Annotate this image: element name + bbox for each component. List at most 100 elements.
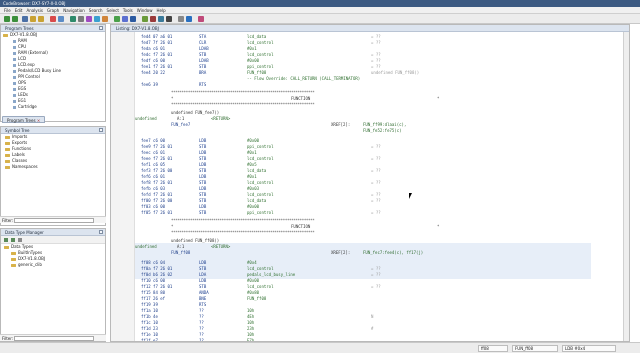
menu-item-tools[interactable]: Tools (123, 8, 133, 13)
menu-item-window[interactable]: Window (137, 8, 153, 13)
symbol-tree-title: Symbol Tree (5, 128, 30, 133)
program-tree-title: Program Trees (5, 26, 34, 31)
listing-margin (111, 32, 135, 341)
data-type-item-label: DX7-V1.8.OBJ (18, 256, 46, 261)
menu-item-file[interactable]: File (4, 8, 11, 13)
menu-bar: File Edit Analysis Graph Navigation Search Sel… (0, 7, 640, 14)
function-label-line[interactable]: FUN_ff08 XREF[2]: FUN_fec7:fee4(c), ff17(j… (141, 250, 601, 256)
fragment-icon (13, 87, 16, 91)
save-icon[interactable] (22, 16, 28, 22)
program-tree-item-label: Cartridge (18, 104, 37, 109)
menu-item-help[interactable]: Help (157, 8, 166, 13)
redo-icon[interactable] (38, 16, 44, 22)
close-icon[interactable]: × (37, 118, 40, 123)
search-icon[interactable] (58, 16, 64, 22)
forward-icon[interactable] (12, 16, 18, 22)
instruction-icon[interactable] (102, 16, 108, 22)
symbol-tree-item[interactable]: Namespaces (1, 164, 105, 170)
program-tree-item[interactable]: Cartridge (1, 104, 105, 110)
symbol-filter-input[interactable] (14, 218, 94, 223)
program-tree-item-label: RAM (External) (18, 50, 48, 55)
xref-link[interactable]: FUN_fe52:fe75(c) (363, 128, 402, 134)
data-icon[interactable] (78, 16, 84, 22)
close-icon[interactable] (99, 230, 103, 234)
xref-link[interactable]: FUN_fec7:fee4(c), ff17(j) (363, 250, 423, 256)
fragment-icon (13, 51, 16, 55)
function-label[interactable]: FUN_ff08 (171, 250, 190, 256)
symbol-tree-item-label: Classes (12, 158, 28, 163)
plugin-icon[interactable] (198, 16, 204, 22)
filter-icon[interactable] (18, 238, 22, 242)
symbol-tree-item-label: Namespaces (12, 164, 38, 169)
bookmark-icon[interactable] (50, 16, 56, 22)
memory-icon[interactable] (142, 16, 148, 22)
data-type-manager-title: Data Type Manager (5, 230, 44, 235)
banner-stars: ****************************************… (171, 230, 315, 235)
symbol-tree-item-label: Functions (12, 146, 32, 151)
program-tree-item-label: PPI Control (18, 74, 40, 79)
archive-icon (11, 257, 16, 261)
symbol-tree-item-label: Imports (12, 134, 28, 139)
dtm-toolbar (1, 236, 105, 244)
fragment-icon (13, 81, 16, 85)
program-tree-header: Program Trees (1, 25, 105, 32)
arrow-icon[interactable] (4, 238, 8, 242)
function-banner: ****************************************… (141, 102, 601, 108)
archive-icon (11, 263, 16, 267)
menu-item-graph[interactable]: Graph (47, 8, 59, 13)
close-icon[interactable] (99, 26, 103, 30)
listing-scrollbar[interactable] (623, 32, 629, 341)
program-tree-item-label: LCD (18, 56, 27, 61)
listing-line[interactable]: ff05 f7 26 01 STB ppi_control = ?? (141, 210, 601, 216)
fragment-icon (13, 57, 16, 61)
xref-label: XREF[2]: (331, 250, 351, 255)
line-address: ff05 f7 26 01 (141, 210, 173, 215)
menu-item-select[interactable]: Select (107, 8, 119, 13)
menu-item-navigation[interactable]: Navigation (63, 8, 85, 13)
help-icon[interactable] (186, 16, 192, 22)
symbol-tree-item-label: Exports (12, 140, 28, 145)
line-address: fee6 39 (141, 82, 158, 87)
line-mnemonic: RTS (199, 82, 207, 87)
listing-header: Listing: DX7-V1.8.OBJ (111, 25, 629, 32)
console-icon[interactable] (166, 16, 172, 22)
fragment-icon (13, 39, 16, 43)
graph-icon[interactable] (122, 16, 128, 22)
settings-icon[interactable] (178, 16, 184, 22)
bytes-icon[interactable] (150, 16, 156, 22)
decompile-icon[interactable] (114, 16, 120, 22)
program-tree-item-label: EG1 (18, 98, 27, 103)
banner-stars: ****************************************… (171, 102, 315, 107)
undo-icon[interactable] (30, 16, 36, 22)
data-type-item-label: generic_clib (18, 262, 42, 267)
menu-item-analysis[interactable]: Analysis (26, 8, 42, 13)
program-tree-item-label: OPS (18, 80, 27, 85)
program-tree-item-label: Pedals/LCD Busy Line (18, 68, 61, 73)
folder-icon (3, 33, 8, 37)
close-icon[interactable] (99, 128, 103, 132)
function-icon[interactable] (94, 16, 100, 22)
listing-icon[interactable] (158, 16, 164, 22)
program-tree-panel: Program Trees DX7-V1.8.OBJ RAM CPU RAM (Ex… (0, 24, 106, 122)
symbol-filter: Filter: (0, 216, 106, 223)
tab-program-trees[interactable]: Program Trees × (2, 116, 46, 123)
label-icon[interactable] (70, 16, 76, 22)
back-icon[interactable] (4, 16, 10, 22)
data-type-item[interactable]: generic_clib (1, 262, 105, 268)
datatype-filter: Filter: (0, 334, 106, 341)
fragment-icon (13, 63, 16, 67)
listing-panel: Listing: DX7-V1.8.OBJ fed4 07 a6 01 STA lc… (110, 24, 630, 342)
symbol-tree-item-label: Labels (12, 152, 25, 157)
script-icon[interactable] (130, 16, 136, 22)
xref-line[interactable]: FUN_fe52:fe75(c) (141, 128, 601, 134)
arrow-icon[interactable] (11, 238, 15, 242)
fragment-icon (13, 69, 16, 73)
menu-item-edit[interactable]: Edit (15, 8, 23, 13)
listing-line[interactable]: fee6 39 RTS (141, 82, 601, 88)
code-icon[interactable] (86, 16, 92, 22)
data-type-manager-header: Data Type Manager (1, 229, 105, 236)
datatype-filter-input[interactable] (14, 336, 94, 341)
folder-icon (5, 141, 10, 145)
menu-item-search[interactable]: Search (89, 8, 103, 13)
archive-icon (11, 251, 16, 255)
